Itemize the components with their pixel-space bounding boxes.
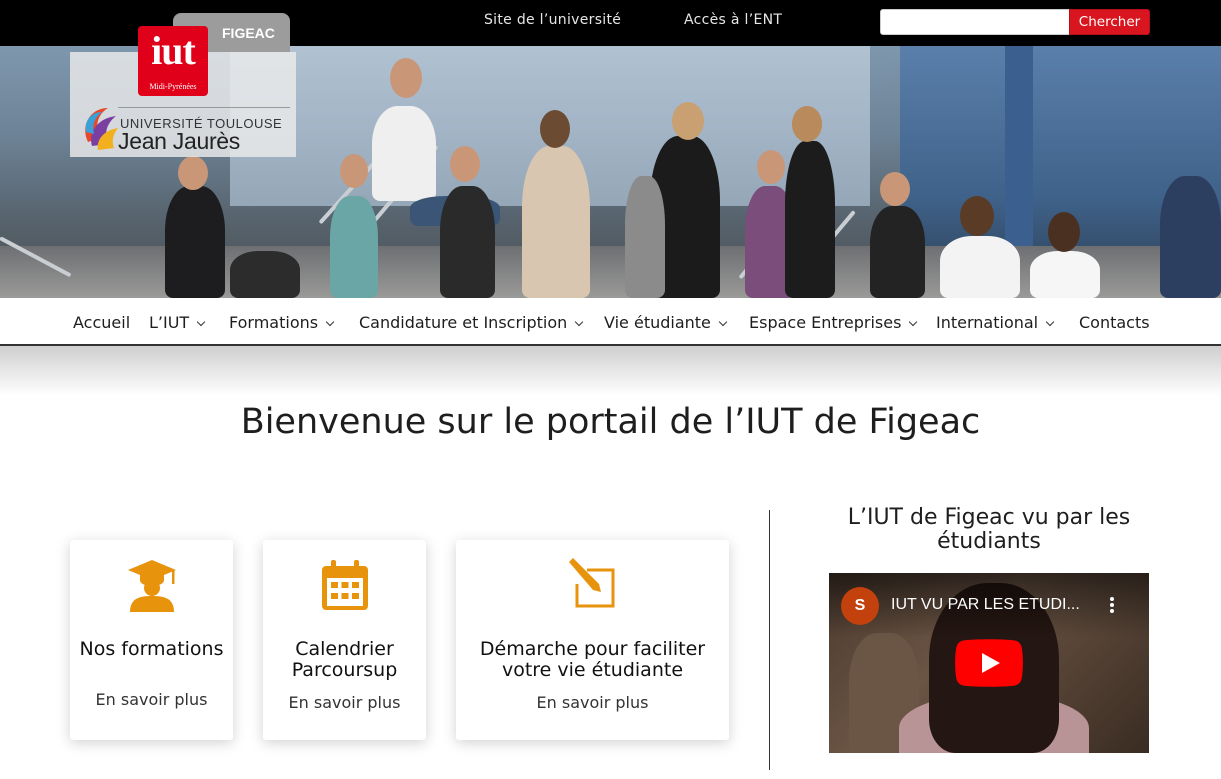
graduate-icon [127, 560, 176, 612]
search-input[interactable] [880, 9, 1070, 35]
card-title: Démarche pour faciliter votre vie étudia… [479, 638, 706, 681]
iut-logo-text: iut [151, 28, 196, 73]
play-button-icon[interactable] [955, 639, 1023, 687]
chevron-down-icon [196, 317, 206, 327]
chevron-down-icon [325, 317, 335, 327]
edit-icon [568, 558, 614, 608]
more-options-icon[interactable] [1107, 595, 1117, 617]
nav-item-international[interactable]: International [936, 313, 1055, 332]
calendar-icon [321, 560, 368, 610]
channel-avatar[interactable]: S [841, 587, 879, 625]
video-title[interactable]: IUT VU PAR LES ETUDI... [891, 596, 1106, 614]
chevron-down-icon [575, 317, 584, 327]
page-title: Bienvenue sur le portail de l’IUT de Fig… [240, 402, 981, 442]
university-site-link[interactable]: Site de l’université [484, 12, 621, 28]
card-parcoursup[interactable]: Calendrier Parcoursup En savoir plus [263, 540, 426, 740]
campus-label: FIGEAC [222, 25, 275, 41]
youtube-video-embed[interactable]: S IUT VU PAR LES ETUDI... [829, 573, 1149, 753]
chevron-down-icon [909, 317, 918, 327]
nav-item-formations[interactable]: Formations [229, 313, 335, 332]
iut-logo-region: Midi-Pyrénées [149, 82, 197, 91]
search-button[interactable]: Chercher [1069, 9, 1150, 35]
video-section-title: L’IUT de Figeac vu par les étudiants [847, 505, 1131, 554]
card-title: Nos formations [79, 638, 224, 660]
card-link[interactable]: En savoir plus [263, 693, 426, 712]
column-divider [769, 510, 770, 770]
card-link[interactable]: En savoir plus [70, 690, 233, 709]
card-link[interactable]: En savoir plus [456, 693, 729, 712]
nav-item-vie-etudiante[interactable]: Vie étudiante [604, 313, 728, 332]
card-formations[interactable]: Nos formations En savoir plus [70, 540, 233, 740]
card-title: Calendrier Parcoursup [291, 638, 398, 681]
nav-item-espace-entreprises[interactable]: Espace Entreprises [749, 313, 918, 332]
nav-shadow [0, 346, 1221, 396]
card-vie-etudiante[interactable]: Démarche pour faciliter votre vie étudia… [456, 540, 729, 740]
nav-item-contacts[interactable]: Contacts [1079, 313, 1150, 332]
chevron-down-icon [718, 317, 728, 327]
nav-item-accueil[interactable]: Accueil [73, 313, 130, 332]
nav-item-iut[interactable]: L’IUT [149, 313, 206, 332]
ent-access-link[interactable]: Accès à l’ENT [684, 12, 782, 28]
main-navigation: Accueil L’IUT Formations Candidature et … [0, 298, 1221, 346]
university-name-line2: Jean Jaurès [118, 128, 240, 154]
nav-item-candidature[interactable]: Candidature et Inscription [359, 313, 584, 332]
chevron-down-icon [1045, 317, 1055, 327]
